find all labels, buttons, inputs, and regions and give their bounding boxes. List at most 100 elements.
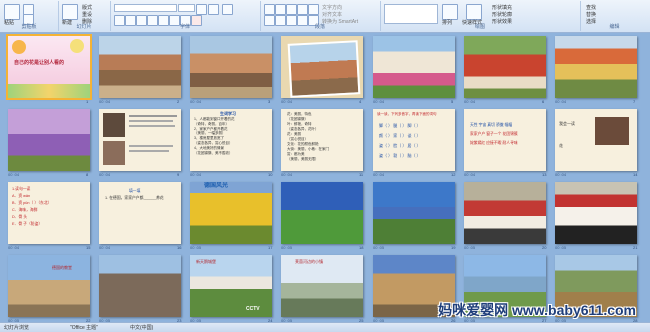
slide-thumbnail-20[interactable]: [464, 182, 546, 244]
slide-thumbnail-9[interactable]: [99, 109, 181, 171]
slide-body: 脚（ ） 腿（ ） 脚（ ）颜（ ） 家（ ） 谈（ ）姿（ ） 脸（ ） 居（…: [379, 123, 421, 158]
language-label: 中文(中国): [130, 325, 154, 331]
slide-thumbnail-24[interactable]: 新天鹅城堡 CCTV: [190, 255, 272, 317]
slide-timing: 00 :04: [99, 245, 111, 250]
numbering-icon[interactable]: [275, 4, 286, 15]
slide-timing: 00 :05: [281, 245, 293, 250]
slide-thumbnail-11[interactable]: 花：美丽，特色 （花团锦簇） 叶：鲜艳，奇特 （姿态各异，花叶） 花：美丽 （赏心悦目）文…: [281, 109, 363, 171]
quick-style-icon[interactable]: [466, 4, 482, 20]
font-name-field[interactable]: [114, 4, 177, 12]
slide-number: 19: [451, 245, 456, 250]
slide-thumbnail-10[interactable]: 生词学习 1、人都能到窗口开着的花 （奇特，奇丽，百年） 2、家家户户都开着花 （美丽…: [190, 109, 272, 171]
slide-timing: 00 :04: [555, 172, 567, 177]
font-size-field[interactable]: [178, 4, 195, 12]
slide-number: 15: [86, 245, 91, 250]
slide-thumbnail-14[interactable]: 我会一读花: [555, 109, 637, 171]
shape-fill-button[interactable]: 形状填充: [492, 4, 512, 11]
slide-body: 花：美丽，特色 （花团锦簇） 叶：鲜艳，奇特 （姿态各异，花叶） 花：美丽 （赏心悦目）文…: [287, 112, 329, 161]
slide-timing: 00 :04: [99, 172, 111, 177]
slide-number: 4: [359, 99, 362, 104]
slide-thumbnail-7[interactable]: [555, 36, 637, 98]
slide-body: 填一填 1. 在德国，家家户户都______养花: [105, 189, 164, 200]
slide-thumbnail-12[interactable]: 读一读，下列多音字，再读下面的词句 脚（ ） 腿（ ） 脚（ ）颜（ ） 家（ …: [373, 109, 455, 171]
slide-timing: 00 :05: [190, 245, 202, 250]
layout-button[interactable]: 版式: [82, 4, 92, 11]
slide-thumbnail-13[interactable]: 天性 宇宙 真切 骄傲 幅幅 家家户户 窗子一个 花团锦簇 姹紫嫣红 应接不暇 耐人…: [464, 109, 546, 171]
portrait-photo: [103, 141, 125, 165]
text-direction-button[interactable]: 文字方向: [322, 4, 342, 11]
reset-button[interactable]: 重设: [82, 11, 92, 18]
paragraph-group-label: 段落: [314, 24, 325, 30]
slide-number: 11: [359, 172, 364, 177]
paste-icon[interactable]: [4, 4, 20, 20]
cartoon-children-illustration: [8, 84, 90, 98]
slide-heading: 读一读，下列多音字，再读下面的词句: [377, 112, 437, 116]
slide-number: 7: [633, 99, 636, 104]
increase-indent-icon[interactable]: [297, 4, 308, 15]
slide-number: 13: [542, 172, 547, 177]
slide-timing: 00 :04: [373, 99, 385, 104]
portrait-photo: [103, 113, 125, 137]
slide-number: 16: [177, 245, 182, 250]
align-text-button[interactable]: 对齐文本: [322, 11, 342, 18]
text-line: [129, 145, 173, 147]
slide-thumbnail-19[interactable]: [373, 182, 455, 244]
line-spacing-icon[interactable]: [308, 4, 319, 15]
find-button[interactable]: 查找: [586, 4, 596, 11]
slide-number: 18: [359, 245, 364, 250]
slide-number: 21: [633, 245, 638, 250]
slide-number: 2: [177, 99, 180, 104]
slide-thumbnail-17[interactable]: 德国风光: [190, 182, 272, 244]
slide-thumbnail-2[interactable]: [99, 36, 181, 98]
slide-timing: 00 :05: [464, 245, 476, 250]
slide-timing: 00 :04: [373, 172, 385, 177]
editing-group-label: 编辑: [609, 24, 620, 30]
slides-group-label: 幻灯片: [76, 24, 92, 30]
decrease-indent-icon[interactable]: [286, 4, 297, 15]
slide-body: 1.读句一读 A．资 wǎn B．资 pǔn（ ）（东北） C．海味，海鲜 D．骨 头E…: [12, 187, 52, 226]
slide-timing: 00 :04: [190, 172, 202, 177]
new-slide-icon[interactable]: [62, 4, 78, 20]
slide-body: 天性 宇宙 真切 骄傲 幅幅 家家户户 窗子一个 花团锦簇 姹紫嫣红 应接不暇 耐人…: [470, 123, 518, 145]
slide-number: 9: [177, 172, 180, 177]
grow-font-icon[interactable]: [196, 4, 207, 15]
slide-timing: 00 :04: [8, 245, 20, 250]
slide-thumbnail-18[interactable]: [281, 182, 363, 244]
editing-group: 查找 替换 选择 编辑: [580, 1, 649, 31]
slide-thumbnail-3[interactable]: [190, 36, 272, 98]
slide-thumbnail-15[interactable]: 1.读句一读 A．资 wǎn B．资 pǔn（ ）（东北） C．海味，海鲜 D．骨 头E…: [8, 182, 90, 244]
town-photo: [287, 40, 361, 98]
shrink-font-icon[interactable]: [208, 4, 219, 15]
replace-button[interactable]: 替换: [586, 11, 596, 18]
slide-timing: 00 :04: [281, 172, 293, 177]
arrange-icon[interactable]: [442, 4, 458, 20]
text-line: [129, 150, 169, 152]
slide-thumbnail-6[interactable]: [464, 36, 546, 98]
slide-timing: 00 :04: [99, 99, 111, 104]
slide-timing: 00 :04: [190, 99, 202, 104]
font-group-label: 字体: [179, 24, 190, 30]
slide-thumbnail-22[interactable]: 德国的教堂: [8, 255, 90, 317]
clear-format-icon[interactable]: [222, 4, 233, 15]
text-line: [129, 125, 175, 127]
clipboard-group: 粘贴 剪贴板: [0, 1, 59, 31]
slide-thumbnail-4[interactable]: [281, 36, 363, 98]
slide-number: 6: [542, 99, 545, 104]
slide-number: 1: [86, 99, 89, 104]
slide-thumbnail-16[interactable]: 填一填 1. 在德国，家家户户都______养花: [99, 182, 181, 244]
slide-body: 我会一读花: [559, 121, 575, 148]
slide-timing: 00 :05: [555, 245, 567, 250]
slide-thumbnail-1[interactable]: 自己的花是让别人看的: [6, 34, 92, 100]
slide-thumbnail-5[interactable]: [373, 36, 455, 98]
slide-thumbnail-8[interactable]: [8, 109, 90, 171]
bullets-icon[interactable]: [264, 4, 275, 15]
slide-title: 德国风光: [204, 183, 229, 189]
shape-outline-button[interactable]: 形状轮廓: [492, 11, 512, 18]
slide-thumbnail-23[interactable]: [99, 255, 181, 317]
slide-number: 17: [268, 245, 273, 250]
slide-thumbnail-21[interactable]: [555, 182, 637, 244]
shapes-gallery[interactable]: [384, 4, 438, 24]
slide-thumbnail-25[interactable]: 莱茵河边的小镇: [281, 255, 363, 317]
view-mode-label: 幻灯片浏览: [4, 325, 30, 331]
slide-title: 德国的教堂: [52, 265, 72, 270]
